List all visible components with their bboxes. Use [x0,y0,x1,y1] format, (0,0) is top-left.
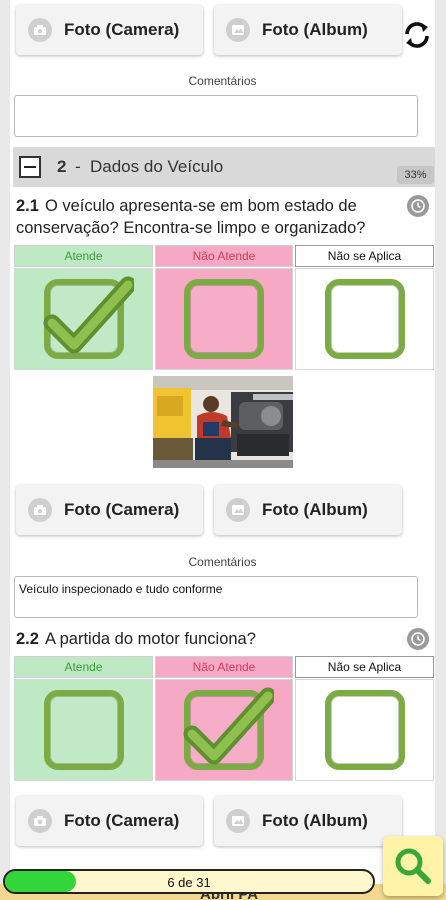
option-header-atende: Atende [14,245,153,267]
checkbox-checked[interactable] [43,276,134,359]
clock-icon[interactable] [407,195,429,217]
section-header[interactable]: 2 - Dados do Veículo 33% [13,147,435,187]
question-text: A partida do motor funciona? [44,630,256,648]
section-separator: - [75,157,81,176]
checkbox-unchecked[interactable] [324,690,405,770]
clock-icon[interactable] [407,628,429,650]
photo-album-label: Foto (Album) [262,811,368,830]
option-header-nao-aplica: Não se Aplica [295,656,434,678]
camera-icon [28,809,52,833]
comment-field[interactable] [14,95,418,137]
search-button[interactable] [383,836,443,896]
collapse-icon[interactable] [19,156,41,178]
album-icon [226,809,250,833]
checkbox-unchecked[interactable] [184,279,264,359]
photo-camera-button[interactable]: Foto (Camera) [16,5,203,55]
question-number: 2.2 [16,630,39,648]
question-number: 2.1 [16,197,39,215]
photo-thumbnail[interactable] [153,376,293,468]
option-atende[interactable] [14,679,153,781]
option-nao-aplica[interactable] [295,268,434,370]
camera-icon [28,498,52,522]
question-title: 2.1 O veículo apresenta-se em bom estado … [16,195,406,239]
option-header-atende: Atende [14,656,153,678]
checkbox-unchecked[interactable] [324,279,405,359]
progress-bar: 6 de 31 [3,869,375,894]
option-header-nao-atende: Não Atende [155,656,293,678]
comments-label: Comentários [188,555,257,569]
photo-album-button[interactable]: Foto (Album) [214,5,402,55]
album-icon [226,18,250,42]
camera-icon [28,18,52,42]
comments-label: Comentários [188,74,257,88]
option-nao-atende[interactable] [155,268,293,370]
sync-icon[interactable] [400,18,434,52]
section-percent-badge: 33% [397,166,434,184]
checkbox-checked[interactable] [183,687,274,770]
photo-camera-button[interactable]: Foto (Camera) [16,485,203,535]
photo-camera-button[interactable]: Foto (Camera) [16,796,203,846]
option-nao-atende[interactable] [155,679,293,781]
photo-camera-label: Foto (Camera) [64,20,180,39]
comment-field[interactable]: Veículo inspecionado e tudo conforme [14,576,418,618]
search-icon [395,848,431,884]
album-icon [226,498,250,522]
checkmark-icon [43,276,134,354]
photo-album-button[interactable]: Foto (Album) [214,485,402,535]
option-atende[interactable] [14,268,153,370]
option-header-nao-aplica: Não se Aplica [295,245,434,267]
question-title: 2.2 A partida do motor funciona? [16,628,406,650]
photo-album-label: Foto (Album) [262,500,368,519]
photo-album-label: Foto (Album) [262,20,368,39]
checkbox-unchecked[interactable] [43,690,124,770]
photo-album-button[interactable]: Foto (Album) [214,796,402,846]
option-nao-aplica[interactable] [295,679,434,781]
section-title: Dados do Veículo [90,157,224,176]
checkmark-icon [183,687,274,765]
section-number: 2 [57,157,67,176]
progress-text: 6 de 31 [167,875,211,890]
question-text: O veículo apresenta-se em bom estado de … [16,197,366,237]
checklist-page: Foto (Camera) Foto (Album) Comentários 2… [10,0,435,900]
photo-camera-label: Foto (Camera) [64,500,180,519]
option-header-nao-atende: Não Atende [155,245,293,267]
photo-camera-label: Foto (Camera) [64,811,180,830]
